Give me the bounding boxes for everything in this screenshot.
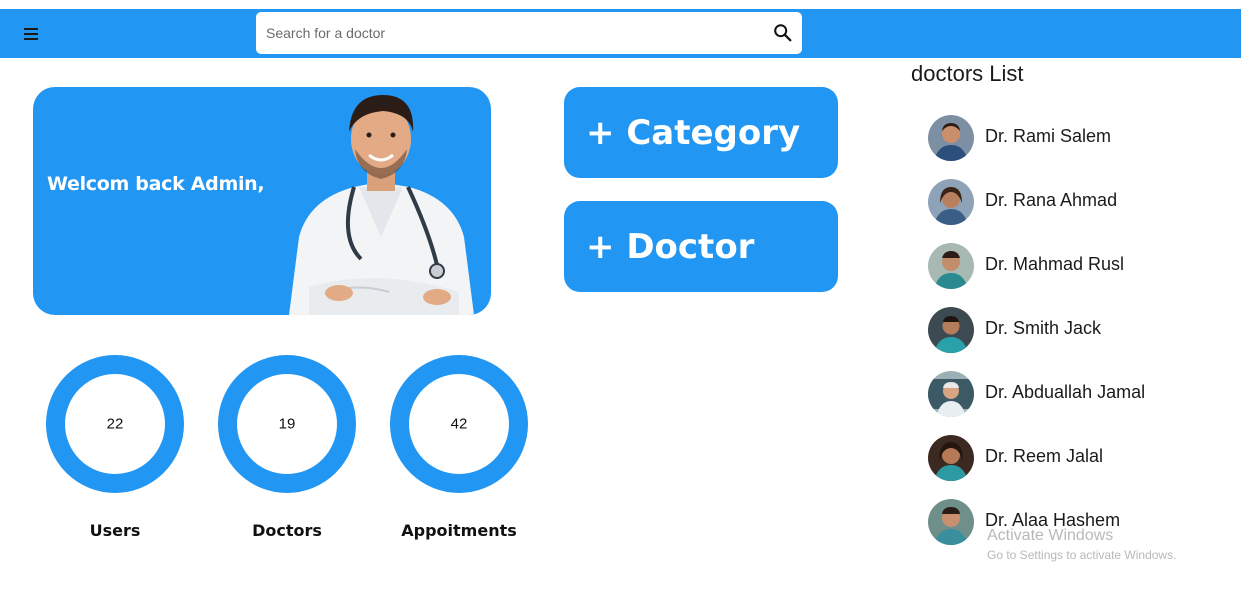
appointments-label: Appoitments <box>401 521 517 540</box>
doctor-avatar <box>928 435 974 481</box>
doctor-avatar <box>928 307 974 353</box>
watermark-subtitle: Go to Settings to activate Windows. <box>987 548 1177 562</box>
menu-line <box>24 28 38 30</box>
doctor-avatar <box>928 115 974 161</box>
appointments-count: 42 <box>450 415 468 433</box>
menu-line <box>24 38 38 40</box>
doctor-avatar <box>928 179 974 225</box>
doctors-label: Doctors <box>252 521 322 540</box>
doctor-list-item[interactable]: Dr. Abduallah Jamal <box>928 371 1208 417</box>
doctor-avatar <box>928 499 974 545</box>
welcome-card: Welcom back Admin, <box>33 87 491 315</box>
doctors-list-title: doctors List <box>911 61 1024 86</box>
doctor-name: Dr. Reem Jalal <box>985 446 1104 466</box>
doctors-count: 19 <box>278 415 296 433</box>
users-count: 22 <box>106 415 124 433</box>
doctor-avatar <box>928 371 974 417</box>
doctor-name: Dr. Rana Ahmad <box>985 190 1118 210</box>
doctor-list-item[interactable]: Dr. Reem Jalal <box>928 435 1208 481</box>
doctor-illustration <box>289 95 474 315</box>
users-stat-ring: 22 <box>46 355 184 493</box>
menu-line <box>24 33 38 35</box>
activate-windows-watermark: Activate Windows Go to Settings to activ… <box>987 527 1176 562</box>
search-bar <box>256 12 802 54</box>
doctor-avatar <box>928 243 974 289</box>
welcome-text: Welcom back Admin, <box>47 173 265 195</box>
watermark-title: Activate Windows <box>987 527 1114 544</box>
doctor-list-item[interactable]: Dr. Rana Ahmad <box>928 179 1208 225</box>
doctor-name: Dr. Rami Salem <box>985 126 1112 146</box>
hamburger-menu-icon[interactable] <box>20 24 44 44</box>
doctor-name: Dr. Smith Jack <box>985 318 1102 338</box>
users-label: Users <box>89 521 141 540</box>
search-icon[interactable] <box>772 22 794 44</box>
doctor-list-item[interactable]: Dr. Smith Jack <box>928 307 1208 353</box>
doctor-list-item[interactable]: Dr. Rami Salem <box>928 115 1208 161</box>
add-doctor-button[interactable]: + Doctor <box>564 201 838 292</box>
search-input[interactable] <box>256 12 766 54</box>
appointments-stat-ring: 42 <box>390 355 528 493</box>
doctor-list-item[interactable]: Dr. Mahmad Rusl <box>928 243 1208 289</box>
doctors-stat-ring: 19 <box>218 355 356 493</box>
doctor-name: Dr. Mahmad Rusl <box>985 254 1125 274</box>
add-category-button[interactable]: + Category <box>564 87 838 178</box>
doctor-name: Dr. Abduallah Jamal <box>985 382 1146 402</box>
